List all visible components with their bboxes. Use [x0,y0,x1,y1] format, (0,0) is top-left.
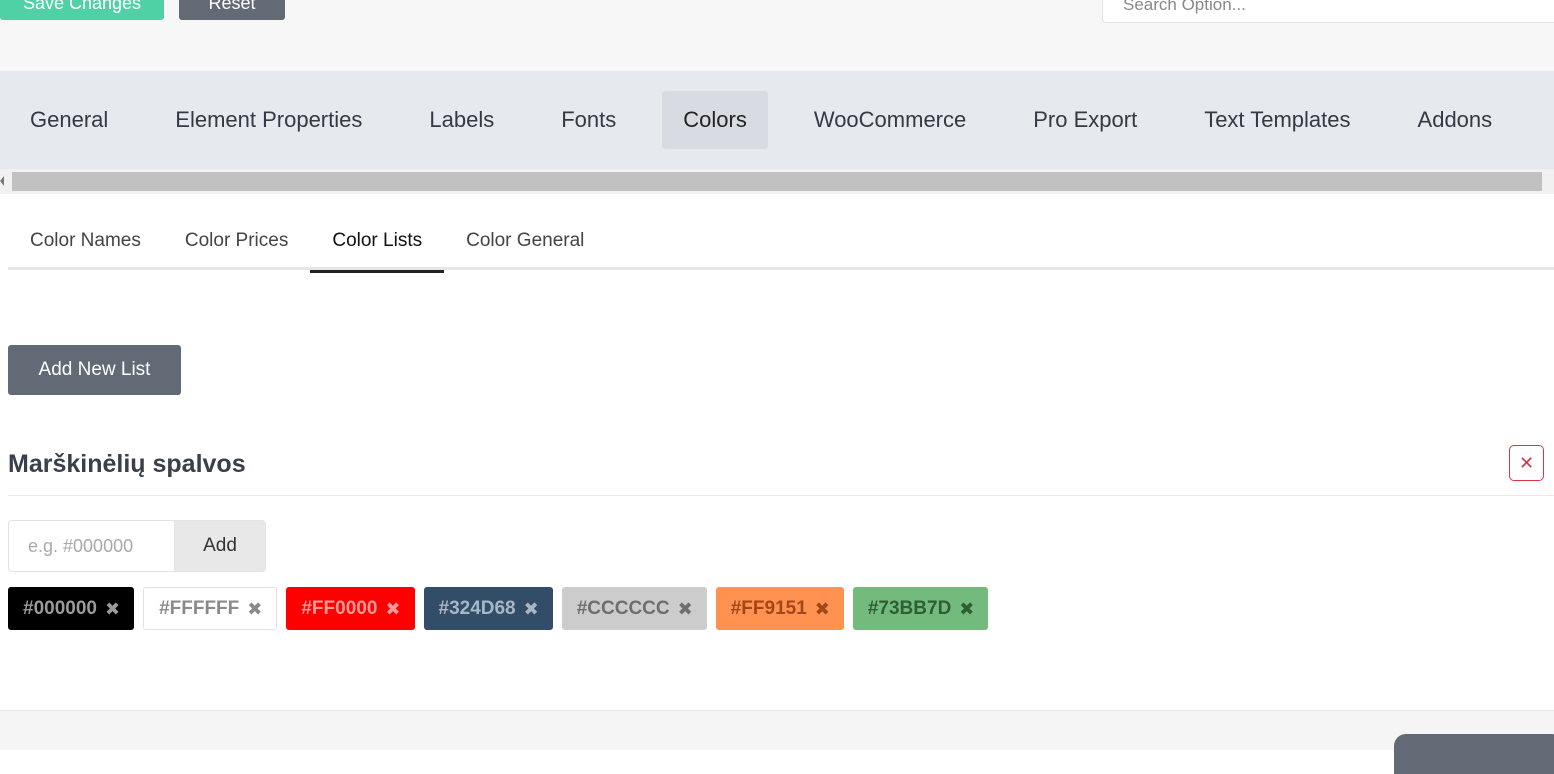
main-tab-bar: General Element Properties Labels Fonts Colo… [0,71,1554,169]
add-new-list-button[interactable]: Add New List [8,345,181,395]
remove-color-icon[interactable]: ✖ [678,600,693,618]
tab-addons[interactable]: Addons [1397,91,1514,149]
color-hex-input[interactable] [8,520,174,572]
color-chip-label: #FFFFFF [159,598,240,619]
color-chip-label: #FF9151 [730,598,807,619]
tab-general[interactable]: General [9,91,129,149]
footer-button[interactable] [1394,734,1554,774]
remove-color-icon[interactable]: ✖ [815,600,830,618]
remove-color-icon[interactable]: ✖ [385,600,400,618]
tab-bar-scrollbar[interactable] [0,169,1554,194]
remove-color-icon[interactable]: ✖ [959,600,974,618]
color-chip: #000000 ✖ [8,587,135,630]
tab-text-templates[interactable]: Text Templates [1183,91,1371,149]
footer-bar [0,710,1554,774]
color-chip-label: #FF0000 [301,598,378,619]
color-chip-label: #CCCCCC [576,598,670,619]
reset-button[interactable]: Reset [179,0,285,20]
subtab-color-lists[interactable]: Color Lists [310,214,444,273]
color-list-title: Marškinėlių spalvos [8,450,246,478]
tab-colors[interactable]: Colors [662,91,768,149]
tab-woocommerce[interactable]: WooCommerce [793,91,987,149]
remove-color-icon[interactable]: ✖ [247,600,262,618]
color-chip-label: #000000 [23,598,97,619]
remove-color-icon[interactable]: ✖ [524,600,539,618]
delete-list-button[interactable]: ✕ [1509,445,1544,481]
search-option-input[interactable] [1102,0,1554,23]
color-chip: #324D68 ✖ [423,587,553,630]
tab-fonts[interactable]: Fonts [540,91,637,149]
color-chip-label: #324D68 [438,598,516,619]
divider [8,495,1554,496]
tab-element-properties[interactable]: Element Properties [154,91,383,149]
color-sub-tab-bar: Color Names Color Prices Color Lists Color … [8,214,1554,273]
top-toolbar: Save Changes Reset [0,0,1554,71]
scrollbar-thumb[interactable] [12,172,1542,191]
remove-color-icon[interactable]: ✖ [105,600,120,618]
save-changes-button[interactable]: Save Changes [0,0,164,20]
color-chip: #FF9151 ✖ [715,587,844,630]
tab-labels[interactable]: Labels [408,91,515,149]
scroll-left-arrow-icon[interactable] [0,176,4,186]
color-chip: #CCCCCC ✖ [561,587,707,630]
tab-pro-export[interactable]: Pro Export [1012,91,1158,149]
color-chip: #FF0000 ✖ [286,587,415,630]
subtab-color-general[interactable]: Color General [444,214,606,270]
subtab-color-names[interactable]: Color Names [8,214,163,270]
color-chip-label: #73BB7D [867,598,952,619]
subtab-color-prices[interactable]: Color Prices [163,214,310,270]
add-color-button[interactable]: Add [174,520,266,572]
color-chip: #FFFFFF ✖ [143,587,278,630]
tab-advanced[interactable]: Advanced [1538,91,1554,149]
color-chip-list: #000000 ✖ #FFFFFF ✖ #FF0000 ✖ #324D68 ✖ #CCCCCC ✖… [8,587,989,630]
color-chip: #73BB7D ✖ [852,587,989,630]
